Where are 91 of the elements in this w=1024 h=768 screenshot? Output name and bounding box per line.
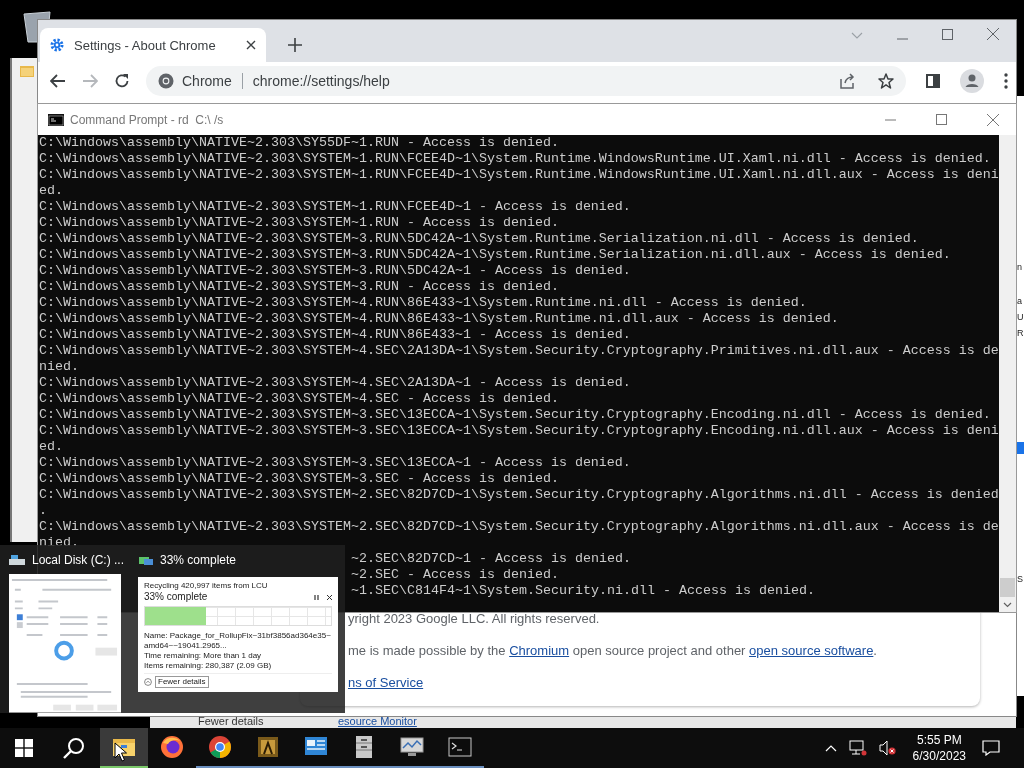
terminal-line: C:\Windows\assembly\NATIVE~2.303\SYSTEM~1.RUN\FCEE4D~1 - Access is denied. — [39, 199, 632, 215]
close-icon[interactable] — [246, 40, 256, 50]
terminal-line: C:\Windows\assembly\NATIVE~2.303\SYSTEM~4.RUN\86E433~1\System.Runtime.ni.dll.aux - Access is denied. — [39, 311, 840, 327]
network-icon[interactable] — [848, 740, 867, 756]
reload-icon[interactable] — [114, 73, 130, 89]
terms-link[interactable]: ns of Service — [348, 674, 424, 692]
terminal-line: C:\Windows\assembly\NATIVE~2.303\SYSTEM~4.RUN\86E433~1\System.Runtime.ni.dll - Access is denied. — [39, 295, 808, 311]
terminal-line: ~2.SEC\82D7CD~1 - Access is denied. — [351, 551, 631, 567]
cut-text: n — [1017, 262, 1022, 273]
site-label: Chrome — [182, 73, 232, 89]
dialog-heading: Recycling 420,997 items from LCU — [144, 581, 269, 591]
close-icon[interactable] — [327, 594, 332, 600]
maximize-icon[interactable] — [936, 114, 947, 125]
monitor-icon — [399, 736, 425, 758]
chrome-icon — [208, 735, 232, 759]
start-icon[interactable] — [15, 739, 33, 757]
clock-date[interactable]: 6/30/2023 — [912, 748, 966, 764]
terminal-line: C:\Windows\assembly\NATIVE~2.303\SYSTEM~3.SEC - Access is denied. — [39, 471, 560, 487]
cut-text: R — [1017, 328, 1024, 339]
cursor-icon — [114, 742, 127, 762]
copyright-text: yright 2023 Google LLC. All rights reserved. — [348, 610, 601, 628]
side-panel-icon[interactable] — [926, 74, 940, 88]
scroll-thumb[interactable] — [1000, 578, 1015, 597]
text-link[interactable]: Chromium — [509, 643, 570, 658]
cut-text: a — [1017, 296, 1022, 307]
terminal-line: ~2.SEC - Access is denied. — [351, 567, 559, 583]
cut-text: S — [1017, 574, 1023, 585]
cut-text: U — [1017, 312, 1024, 323]
url-text: chrome://settings/help — [252, 73, 390, 89]
pause-icon[interactable] — [314, 594, 319, 600]
taskbar-app-button[interactable] — [100, 728, 148, 768]
terminal-line: C:\Windows\assembly\NATIVE~2.303\SYSTEM~2.SEC\82D7CD~1\System.Security.Cryptography.Algorithms.ni.dll - Access is denied — [39, 487, 999, 503]
thumbnail-title[interactable]: 33% complete — [160, 553, 237, 567]
detail-text: Items remaining: 280,387 (2.09 GB) — [144, 661, 273, 671]
control-panel-icon — [304, 736, 328, 758]
terminal-line: C:\Windows\assembly\NATIVE~2.303\SYSTEM~3.RUN\5DC42A~1\System.Runtime.Serialization.ni.dll.aux - Access is denied. — [39, 247, 952, 263]
terminal-line: C:\Windows\assembly\NATIVE~2.303\SYSTEM~3.SEC\13ECCA~1\System.Security.Cryptography.Encoding.ni.dll - Access is denied. — [39, 407, 992, 423]
window-title: Command Prompt - rd C:\ /s — [70, 112, 224, 127]
profile-icon[interactable] — [960, 69, 984, 93]
terminal-line: C:\Windows\assembly\NATIVE~2.303\SYSTEM~1.RUN\FCEE4D~1\System.Runtime.WindowsRuntime.UI.Xaml.ni.dll - Access is denied. — [39, 151, 992, 167]
scroll-down-icon[interactable] — [1003, 602, 1012, 608]
back-icon[interactable] — [50, 74, 66, 88]
chrome-logo-icon — [158, 73, 174, 89]
address-bar[interactable]: Chrome chrome://settings/help — [146, 66, 906, 96]
terminal-line: nied. — [39, 535, 80, 551]
terminal-line: C:\Windows\assembly\NATIVE~2.303\SYSTEM~3.RUN - Access is denied. — [39, 279, 560, 295]
terminal-line: C:\Windows\assembly\NATIVE~2.303\SYSTEM~4.RUN\86E433~1 - Access is denied. — [39, 327, 632, 343]
menu-icon[interactable] — [1004, 73, 1008, 89]
terminal-line: C:\Windows\assembly\NATIVE~2.303\SYSTEM~4.SEC\2A13DA~1 - Access is denied. — [39, 375, 632, 391]
thumbnail-title[interactable]: Local Disk (C:) ... — [32, 552, 124, 567]
folder-icon — [20, 64, 34, 78]
cabinet-icon — [354, 735, 374, 759]
terminal-line: C:\Windows\assembly\NATIVE~2.303\SYSTEM~3.SEC\13ECCA~1 - Access is denied. — [39, 455, 632, 471]
terminal-line: C:\Windows\assembly\NATIVE~2.303\SYSTEM~3.RUN\5DC42A~1\System.Runtime.Serialization.ni.dll - Access is denied. — [39, 231, 920, 247]
terminal-line: C:\Windows\assembly\NATIVE~2.303\SY55DF~1.RUN - Access is denied. — [39, 135, 560, 151]
maximize-icon[interactable] — [942, 29, 953, 40]
terminal-line: ed. — [39, 183, 64, 199]
terminal-line: C:\Windows\assembly\NATIVE~2.303\SYSTEM~4.SEC - Access is denied. — [39, 391, 560, 407]
terminal-line: C:\Windows\assembly\NATIVE~2.303\SYSTEM~1.RUN - Access is denied. — [39, 215, 560, 231]
detail-text: Time remaining: More than 1 day — [144, 651, 263, 661]
collapse-icon[interactable] — [144, 678, 152, 686]
drive-icon — [8, 553, 26, 566]
progress-status: 33% complete — [144, 591, 208, 603]
chevron-up-icon[interactable] — [824, 744, 837, 752]
bookmark-star-icon[interactable] — [878, 73, 894, 89]
terminal-line: C:\Windows\assembly\NATIVE~2.303\SYSTEM~4.SEC\2A13DA~1\System.Security.Cryptography.Primitives.ni.dll.aux - Access is de — [39, 343, 999, 359]
properties-dialog-drawing[interactable] — [8, 574, 122, 713]
copy-icon — [138, 554, 154, 566]
detail-text: Name: Package_for_RollupFix~31bf3856ad364e35~amd64~~19041.2965... — [144, 631, 332, 651]
search-icon[interactable] — [63, 737, 85, 759]
progress-dialog[interactable]: Recycling 420,997 items from LCU 33% complete Name: Package_for_RollupFix~31bf3856ad364e35~amd64~~19041.2965... Time remaining: More than 1 day Items remaining: 280,387 (2.09 GB) Fewer details — [138, 577, 338, 692]
notification-icon[interactable] — [982, 740, 1000, 756]
terminal-line: C:\Windows\assembly\NATIVE~2.303\SYSTEM~2.SEC\82D7CD~1\System.Security.Cryptography.Algorithms.ni.dll.aux - Access is de — [39, 519, 999, 535]
fewer-details-button[interactable]: Fewer details — [155, 676, 209, 688]
browser-tab[interactable]: Settings - About Chrome — [40, 28, 266, 62]
terminal-line: ~1.SEC\C814F4~1\System.Security.ni.dll - Access is denied. — [351, 583, 815, 599]
new-tab-icon[interactable] — [288, 38, 302, 52]
credits-text: me is made possible by the Chromium open source project and other open source software. — [348, 642, 878, 660]
firefox-icon — [160, 735, 184, 759]
terminal-icon — [48, 113, 64, 126]
terminal-line: nied. — [39, 359, 80, 375]
clock-time[interactable]: 5:55 PM — [916, 732, 962, 748]
terminal-icon — [448, 737, 472, 757]
terminal-line: ed. — [39, 439, 64, 455]
terminal-line: . — [39, 503, 48, 519]
share-icon[interactable] — [838, 73, 856, 89]
muted-speaker-icon[interactable] — [878, 740, 897, 756]
scrollbar[interactable] — [999, 135, 1016, 612]
terminal-line: C:\Windows\assembly\NATIVE~2.303\SYSTEM~3.RUN\5DC42A~1 - Access is denied. — [39, 263, 632, 279]
terminal-line: C:\Windows\assembly\NATIVE~2.303\SYSTEM~3.SEC\13ECCA~1\System.Security.Cryptography.Encoding.ni.dll.aux - Access is deni — [39, 423, 999, 439]
terminal-line: C:\Windows\assembly\NATIVE~2.303\SYSTEM~1.RUN\FCEE4D~1\System.Runtime.WindowsRuntime.UI.Xaml.ni.dll.aux - Access is deni — [39, 167, 999, 183]
